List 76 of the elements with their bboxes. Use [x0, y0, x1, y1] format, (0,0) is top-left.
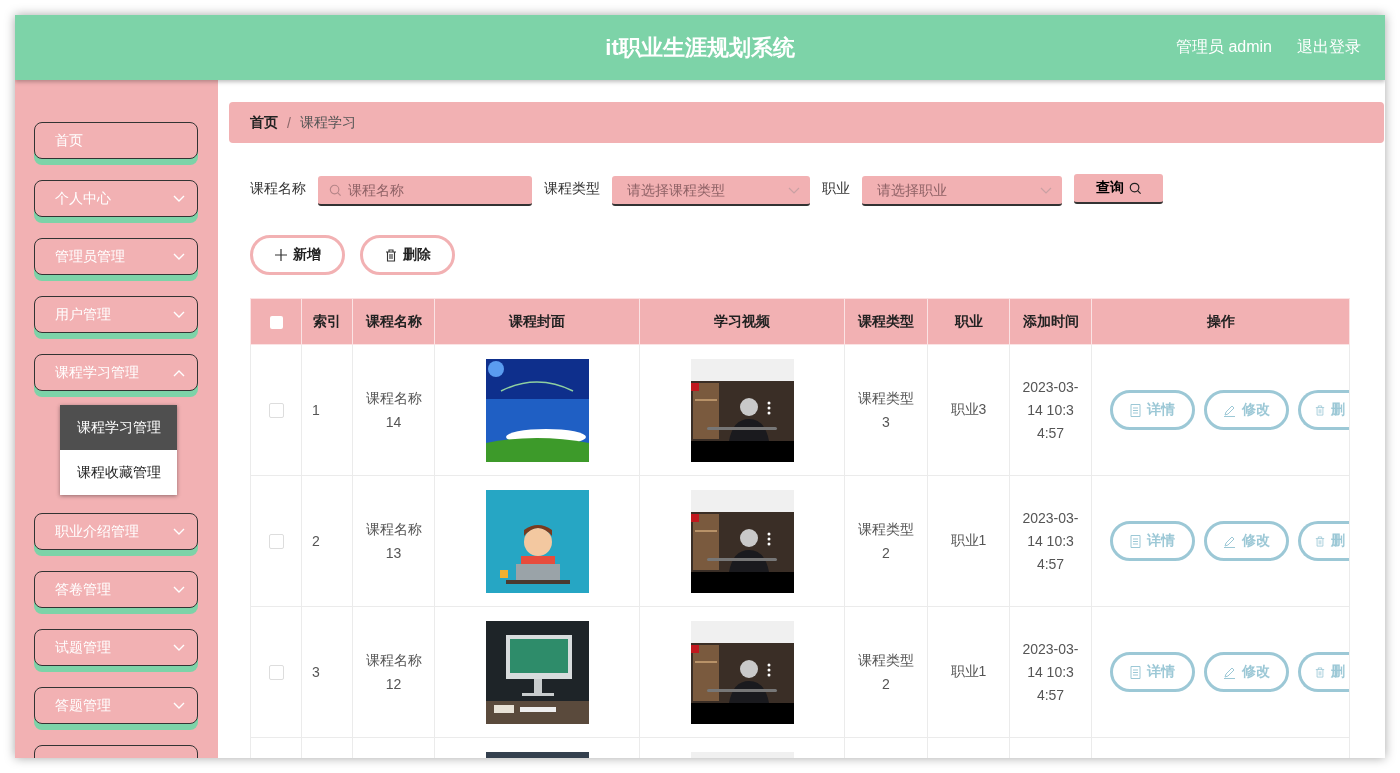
document-icon — [1130, 403, 1141, 417]
delete-button[interactable]: 删除 — [360, 235, 455, 275]
table-cell-text: 2023-03-14 10:34:57 — [1021, 639, 1080, 705]
breadcrumb-separator: / — [287, 114, 291, 131]
table-cell-text: 课程类型2 — [857, 651, 915, 694]
edit-button[interactable]: 修改 — [1204, 652, 1289, 692]
detail-button[interactable]: 详情 — [1110, 652, 1195, 692]
search-icon — [329, 184, 342, 197]
trash-icon — [384, 248, 397, 262]
logout-link[interactable]: 退出登录 — [1297, 37, 1361, 58]
chevron-icon — [1040, 187, 1052, 195]
table-cell: 职业1 — [950, 663, 987, 679]
table-cell: 职业1 — [950, 532, 987, 548]
document-icon — [1130, 534, 1141, 548]
submenu-item[interactable]: 课程收藏管理 — [60, 450, 177, 495]
column-header: 课程名称 — [365, 312, 422, 329]
user-label: 管理员 admin — [1175, 37, 1272, 57]
filter-label: 职业 — [822, 180, 850, 198]
table-cell: 3 — [312, 664, 320, 680]
table-cell-text: 课程名称13 — [364, 520, 423, 563]
column-header: 课程类型 — [858, 312, 914, 329]
pencil-icon — [1223, 665, 1236, 679]
edit-button[interactable]: 修改 — [1204, 521, 1289, 561]
chevron-icon — [173, 701, 185, 710]
table-cell: 职业3 — [950, 401, 987, 417]
trash-icon — [1315, 534, 1325, 548]
table-cell-text: 课程类型3 — [857, 389, 915, 432]
column-header: 学习视频 — [714, 312, 770, 329]
column-header: 操作 — [1206, 312, 1235, 329]
select-field[interactable]: 请选择职业 — [862, 176, 1062, 206]
add-button[interactable]: 新增 — [250, 235, 345, 275]
detail-button[interactable]: 详情 — [1110, 390, 1195, 430]
row-checkbox[interactable] — [268, 665, 284, 681]
filter-label: 课程类型 — [544, 180, 600, 198]
delete-button[interactable]: 删 — [1298, 521, 1349, 561]
search-icon — [1128, 181, 1142, 195]
submenu-item[interactable]: 课程学习管理 — [60, 405, 177, 450]
chevron-icon — [173, 585, 185, 594]
detail-button[interactable]: 详情 — [1110, 521, 1195, 561]
search-button[interactable]: 查询 — [1074, 174, 1163, 204]
row-checkbox[interactable] — [268, 403, 284, 419]
column-header: 职业 — [954, 312, 983, 329]
chevron-icon — [173, 368, 185, 377]
chevron-icon — [173, 527, 185, 536]
trash-icon — [1315, 403, 1325, 417]
breadcrumb-item[interactable]: 首页 — [250, 113, 278, 132]
table-cell-text: 课程名称12 — [364, 651, 423, 694]
search-field[interactable]: 课程名称 — [318, 176, 532, 206]
chevron-icon — [173, 643, 185, 652]
chevron-icon — [788, 187, 800, 195]
pencil-icon — [1223, 403, 1236, 417]
app-title: it职业生涯规划系统 — [604, 33, 796, 62]
chevron-icon — [173, 194, 185, 203]
edit-button[interactable]: 修改 — [1204, 390, 1289, 430]
table-cell-text: 2023-03-14 10:34:57 — [1021, 377, 1080, 443]
table-cell-text: 课程类型2 — [857, 520, 915, 563]
filter-label: 课程名称 — [250, 180, 306, 198]
delete-button[interactable]: 删 — [1298, 652, 1349, 692]
document-icon — [1130, 665, 1141, 679]
table-cell-text: 2023-03-14 10:34:57 — [1021, 508, 1080, 574]
table-cell: 2 — [312, 533, 320, 549]
table-cell: 1 — [312, 402, 320, 418]
column-header: 索引 — [313, 312, 341, 329]
chevron-icon — [173, 252, 185, 261]
column-header: 课程封面 — [509, 312, 565, 329]
select-field[interactable]: 请选择课程类型 — [612, 176, 810, 206]
plus-icon — [274, 249, 287, 261]
table-cell-text: 课程名称14 — [364, 389, 423, 432]
chevron-icon — [173, 310, 185, 319]
pencil-icon — [1223, 534, 1236, 548]
column-header: 添加时间 — [1022, 312, 1079, 329]
breadcrumb-item: 课程学习 — [299, 113, 356, 132]
delete-button[interactable]: 删 — [1298, 390, 1349, 430]
select-all-checkbox[interactable] — [269, 316, 283, 330]
trash-icon — [1315, 665, 1325, 679]
row-checkbox[interactable] — [268, 534, 284, 550]
